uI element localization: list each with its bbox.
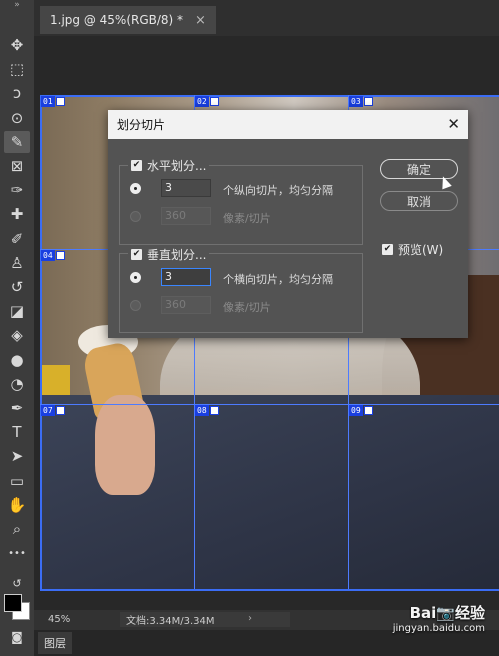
- preview-checkbox[interactable]: ✔ 预览(W): [379, 241, 446, 258]
- close-tab-icon[interactable]: ×: [195, 13, 206, 28]
- horizontal-count-label: 个纵向切片，均匀分隔: [223, 184, 333, 197]
- toolbar-collapse-icon[interactable]: »: [0, 0, 34, 16]
- document-info[interactable]: 文档:3.34M/3.34M: [120, 612, 290, 627]
- pen-tool-icon[interactable]: ✒: [4, 397, 30, 419]
- horizontal-pixels-label: 像素/切片: [223, 212, 271, 225]
- slice-image-icon: [363, 406, 373, 415]
- history-brush-tool-icon[interactable]: ↺: [4, 276, 30, 298]
- horizontal-count-input[interactable]: 3: [161, 179, 211, 197]
- layers-tab[interactable]: 图层: [38, 632, 72, 654]
- watermark-brand: Bai📷经验: [409, 604, 485, 622]
- checkbox-checked-icon: ✔: [131, 249, 142, 260]
- zoom-tool-icon[interactable]: ⌕: [4, 518, 30, 540]
- eyedropper-tool-icon[interactable]: ✑: [4, 179, 30, 201]
- document-tab-title: 1.jpg @ 45%(RGB/8) *: [50, 13, 184, 27]
- slice-tag-09[interactable]: 09: [349, 405, 373, 416]
- vertical-pixels-label: 像素/切片: [223, 301, 271, 314]
- status-menu-chevron-icon[interactable]: ›: [248, 613, 252, 624]
- slice-image-icon: [209, 97, 219, 106]
- document-tab[interactable]: 1.jpg @ 45%(RGB/8) * ×: [40, 6, 216, 34]
- slice-tag-08[interactable]: 08: [195, 405, 219, 416]
- rectangle-tool-icon[interactable]: ▭: [4, 470, 30, 492]
- slice-tag-02[interactable]: 02: [195, 96, 219, 107]
- vertical-divide-checkbox[interactable]: ✔ 垂直划分...: [128, 246, 210, 263]
- vertical-pixels-radio[interactable]: [130, 300, 141, 311]
- slice-tool-icon[interactable]: ✎: [4, 130, 30, 153]
- foreground-color-swatch[interactable]: [4, 594, 22, 612]
- horizontal-count-radio[interactable]: [130, 183, 141, 194]
- blur-tool-icon[interactable]: ●: [4, 349, 30, 371]
- cancel-button[interactable]: 取消: [380, 191, 458, 211]
- vertical-count-label: 个横向切片，均匀分隔: [223, 273, 333, 286]
- slice-tag-03[interactable]: 03: [349, 96, 373, 107]
- frame-tool-icon[interactable]: ⊠: [4, 155, 30, 177]
- vertical-divide-group: [119, 253, 363, 333]
- marquee-tool-icon[interactable]: ⬚: [4, 58, 30, 80]
- horizontal-divide-checkbox[interactable]: ✔ 水平划分...: [128, 157, 210, 174]
- eraser-tool-icon[interactable]: ◪: [4, 300, 30, 322]
- document-tab-bar: 1.jpg @ 45%(RGB/8) * ×: [34, 0, 499, 36]
- slice-image-icon: [363, 97, 373, 106]
- zoom-level[interactable]: 45%: [48, 614, 70, 625]
- slice-image-icon: [209, 406, 219, 415]
- more-tools-icon[interactable]: •••: [4, 542, 30, 564]
- lasso-tool-icon[interactable]: ↄ: [4, 82, 30, 104]
- slice-image-icon: [55, 251, 65, 260]
- watermark: Bai📷经验 jingyan.baidu.com: [393, 602, 485, 634]
- quick-mask-icon[interactable]: ◙: [4, 626, 30, 648]
- vertical-count-input[interactable]: 3: [161, 268, 211, 286]
- type-tool-icon[interactable]: T: [4, 421, 30, 443]
- path-select-tool-icon[interactable]: ➤: [4, 445, 30, 467]
- checkbox-checked-icon: ✔: [382, 244, 393, 255]
- move-tool-icon[interactable]: ✥: [4, 34, 30, 56]
- stamp-tool-icon[interactable]: ♙: [4, 252, 30, 274]
- slice-line-h2: [40, 404, 499, 405]
- dialog-close-icon[interactable]: ✕: [447, 115, 460, 133]
- horizontal-divide-group: [119, 165, 363, 245]
- slice-image-icon: [55, 97, 65, 106]
- dodge-tool-icon[interactable]: ◔: [4, 373, 30, 395]
- divide-slice-dialog: 划分切片 ✕ ✔ 水平划分... 3 个纵向切片，均匀分隔 360 像素/切片 …: [108, 110, 468, 338]
- horizontal-pixels-input[interactable]: 360: [161, 207, 211, 225]
- tools-panel: » ✥ ⬚ ↄ ⊙ ✎ ⊠ ✑ ✚ ✐ ♙ ↺ ◪ ◈ ● ◔ ✒ T ➤ ▭ ✋ ⌕ ••• ↺ ◙: [0, 0, 34, 656]
- dialog-title: 划分切片: [117, 118, 166, 132]
- checkbox-checked-icon: ✔: [131, 160, 142, 171]
- hand-tool-icon[interactable]: ✋: [4, 494, 30, 516]
- preview-label: 预览(W): [398, 243, 444, 257]
- slice-tag-04[interactable]: 04: [41, 250, 65, 261]
- horizontal-divide-label: 水平划分...: [147, 159, 207, 173]
- slice-tag-01[interactable]: 01: [41, 96, 65, 107]
- dialog-title-bar[interactable]: 划分切片 ✕: [108, 110, 468, 139]
- vertical-divide-label: 垂直划分...: [147, 248, 207, 262]
- slice-tag-07[interactable]: 07: [41, 405, 65, 416]
- horizontal-pixels-radio[interactable]: [130, 211, 141, 222]
- quick-select-tool-icon[interactable]: ⊙: [4, 107, 30, 129]
- healing-tool-icon[interactable]: ✚: [4, 203, 30, 225]
- vertical-pixels-input[interactable]: 360: [161, 296, 211, 314]
- vertical-count-radio[interactable]: [130, 272, 141, 283]
- paint-bucket-tool-icon[interactable]: ◈: [4, 324, 30, 346]
- brush-tool-icon[interactable]: ✐: [4, 228, 30, 250]
- watermark-url: jingyan.baidu.com: [392, 623, 485, 634]
- swap-colors-icon[interactable]: ↺: [4, 572, 30, 594]
- slice-image-icon: [55, 406, 65, 415]
